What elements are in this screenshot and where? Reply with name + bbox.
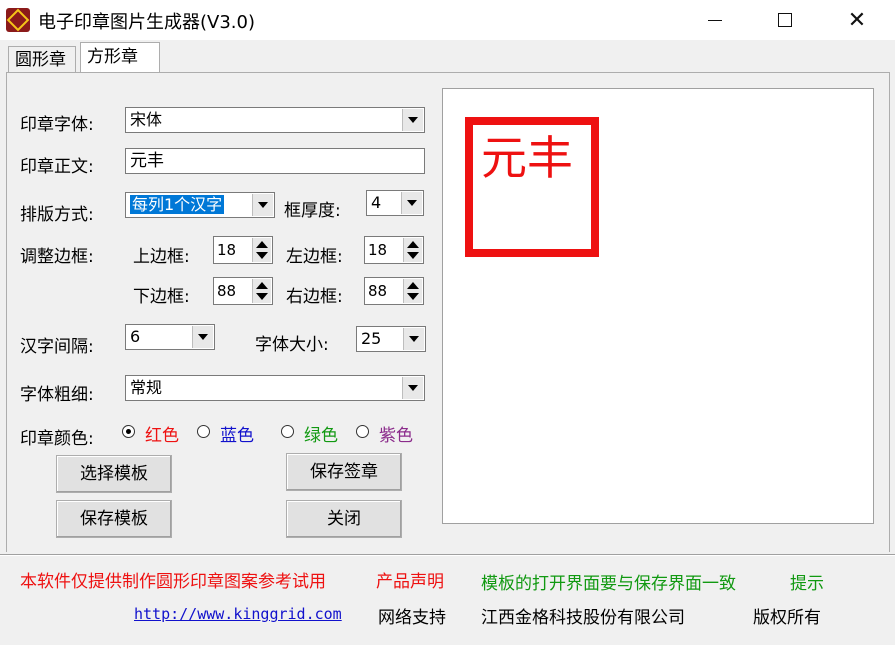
seal-preview-stamp: 元丰 <box>465 117 599 257</box>
close-button[interactable]: 关闭 <box>286 500 402 538</box>
save-template-button[interactable]: 保存模板 <box>56 500 172 538</box>
bottom-border-label: 下边框: <box>133 287 190 307</box>
font-weight-value: 常规 <box>130 378 163 397</box>
minimize-icon <box>708 19 722 21</box>
color-radio-purple[interactable] <box>356 425 369 438</box>
spinner-buttons[interactable] <box>252 279 271 303</box>
font-size-label: 字体大小: <box>255 335 329 355</box>
seal-color-label: 印章颜色: <box>20 429 94 449</box>
spinner-buttons[interactable] <box>403 238 422 262</box>
spinner-buttons[interactable] <box>252 238 271 262</box>
select-template-button[interactable]: 选择模板 <box>56 455 172 493</box>
frame-thickness-label: 框厚度: <box>284 201 341 221</box>
color-option-red[interactable]: 红色 <box>145 421 179 446</box>
color-option-green[interactable]: 绿色 <box>304 421 338 446</box>
right-border-value: 88 <box>368 282 388 300</box>
seal-text-input[interactable]: 元丰 <box>125 148 425 174</box>
maximize-icon <box>778 13 792 27</box>
disclaimer-text: 本软件仅提供制作圆形印章图案参考试用 <box>20 572 326 592</box>
copyright-text: 版权所有 <box>753 608 821 628</box>
char-spacing-label: 汉字间隔: <box>20 337 94 357</box>
spin-up-icon[interactable] <box>256 282 268 289</box>
product-statement-link[interactable]: 产品声明 <box>376 567 444 592</box>
website-link[interactable]: http://www.kinggrid.com <box>134 605 342 623</box>
tab-square-seal[interactable]: 方形章 <box>80 42 160 72</box>
font-label: 印章字体: <box>20 115 94 135</box>
footer-divider <box>0 555 895 556</box>
font-select[interactable]: 宋体 <box>125 107 425 133</box>
frame-thickness-value: 4 <box>371 193 382 212</box>
font-weight-select[interactable]: 常规 <box>125 375 425 401</box>
right-border-spinner[interactable]: 88 <box>364 277 424 305</box>
frame-thickness-select[interactable]: 4 <box>366 190 424 216</box>
font-size-select[interactable]: 25 <box>356 326 426 352</box>
font-weight-label: 字体粗细: <box>20 385 94 405</box>
app-logo-icon <box>6 8 30 32</box>
dropdown-arrow-icon[interactable] <box>401 192 422 214</box>
font-select-value: 宋体 <box>130 110 163 129</box>
char-spacing-value: 6 <box>130 327 141 346</box>
spin-up-icon[interactable] <box>407 282 419 289</box>
color-option-purple[interactable]: 紫色 <box>379 421 413 446</box>
seal-text-label: 印章正文: <box>20 157 94 177</box>
spin-down-icon[interactable] <box>407 252 419 259</box>
spin-up-icon[interactable] <box>407 241 419 248</box>
right-border-label: 右边框: <box>286 287 343 307</box>
dropdown-arrow-icon[interactable] <box>403 328 424 350</box>
spin-down-icon[interactable] <box>407 293 419 300</box>
color-option-blue[interactable]: 蓝色 <box>220 421 254 446</box>
dropdown-arrow-icon[interactable] <box>252 194 273 216</box>
network-support-text: 网络支持 <box>378 608 446 628</box>
title-bar: 电子印章图片生成器(V3.0) ✕ <box>0 0 895 40</box>
company-name-text: 江西金格科技股份有限公司 <box>481 608 685 628</box>
layout-select-value: 每列1个汉字 <box>130 195 225 214</box>
dropdown-arrow-icon[interactable] <box>402 109 423 131</box>
top-border-value: 18 <box>217 241 237 259</box>
char-spacing-select[interactable]: 6 <box>125 324 215 350</box>
left-border-label: 左边框: <box>286 247 343 267</box>
close-icon: ✕ <box>847 7 867 33</box>
window-title: 电子印章图片生成器(V3.0) <box>38 12 255 33</box>
color-radio-blue[interactable] <box>197 425 210 438</box>
dropdown-arrow-icon[interactable] <box>402 377 423 399</box>
seal-preview-text: 元丰 <box>481 131 573 185</box>
minimize-button[interactable] <box>680 0 750 40</box>
tab-round-seal[interactable]: 圆形章 <box>8 46 76 72</box>
spin-down-icon[interactable] <box>256 293 268 300</box>
hint-link[interactable]: 提示 <box>790 569 824 594</box>
spin-up-icon[interactable] <box>256 241 268 248</box>
top-border-label: 上边框: <box>133 247 190 267</box>
maximize-button[interactable] <box>750 0 820 40</box>
dropdown-arrow-icon[interactable] <box>192 326 213 348</box>
left-border-spinner[interactable]: 18 <box>364 236 424 264</box>
close-window-button[interactable]: ✕ <box>822 0 892 40</box>
left-border-value: 18 <box>368 241 388 259</box>
save-seal-button[interactable]: 保存签章 <box>286 453 402 491</box>
spinner-buttons[interactable] <box>403 279 422 303</box>
color-radio-green[interactable] <box>281 425 294 438</box>
font-size-value: 25 <box>361 329 382 348</box>
bottom-border-value: 88 <box>217 282 237 300</box>
spin-down-icon[interactable] <box>256 252 268 259</box>
layout-select[interactable]: 每列1个汉字 <box>125 192 275 218</box>
top-border-spinner[interactable]: 18 <box>213 236 273 264</box>
adjust-border-label: 调整边框: <box>20 247 94 267</box>
layout-label: 排版方式: <box>20 205 94 225</box>
color-radio-red[interactable] <box>122 425 135 438</box>
template-note-text: 模板的打开界面要与保存界面一致 <box>481 574 736 594</box>
bottom-border-spinner[interactable]: 88 <box>213 277 273 305</box>
